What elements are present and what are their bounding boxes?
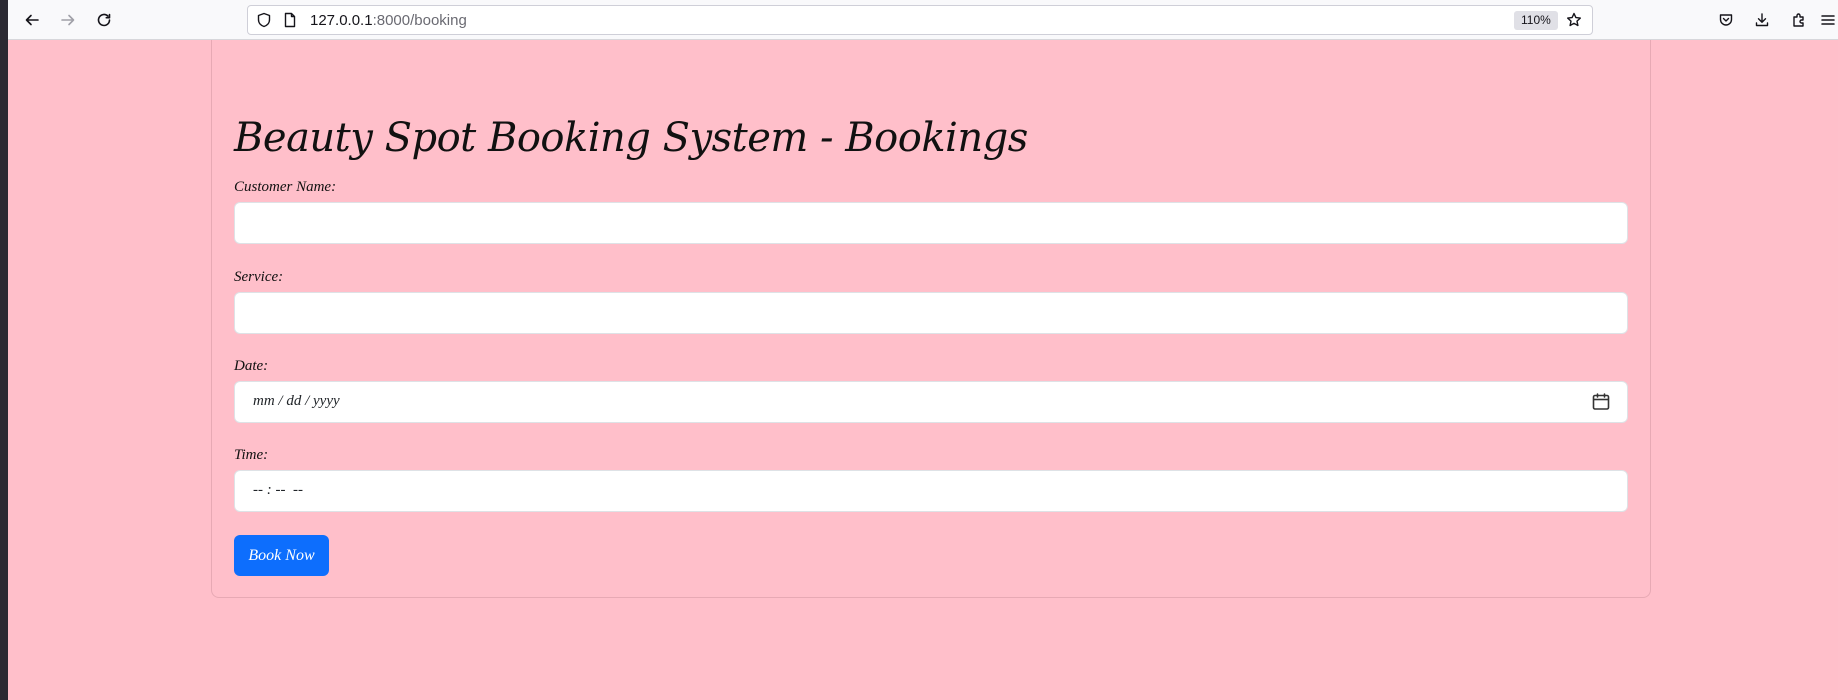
menu-button[interactable] [1818,6,1838,34]
url-host: 127.0.0.1 [310,12,373,29]
date-placeholder: mm / dd / yyyy [253,393,340,409]
reload-icon [97,13,111,27]
calendar-icon[interactable] [1591,392,1611,412]
page-icon[interactable] [282,12,298,28]
time-label: Time: [234,447,269,463]
zoom-level-badge[interactable]: 110% [1514,11,1558,30]
date-label: Date: [234,358,269,374]
extensions-button[interactable] [1785,6,1813,34]
time-input[interactable]: -- : -- -- [234,470,1628,512]
book-now-button[interactable]: Book Now [234,535,329,576]
customer-name-input[interactable] [234,202,1628,244]
service-label: Service: [234,269,284,285]
page-title: Beauty Spot Booking System - Bookings [234,115,1028,161]
desktop-edge [0,0,8,700]
forward-icon [61,14,75,26]
service-input[interactable] [234,292,1628,334]
back-icon [25,14,39,26]
reload-button[interactable] [90,6,118,34]
extensions-icon [1793,13,1804,27]
time-placeholder: -- : -- -- [253,482,303,498]
browser-toolbar: 127.0.0.1:8000/booking 110% [8,0,1838,40]
menu-icon [1821,15,1835,25]
pocket-icon [1719,14,1733,26]
address-bar[interactable]: 127.0.0.1:8000/booking 110% [247,5,1593,35]
url-path: :8000/booking [372,12,467,29]
downloads-button[interactable] [1748,6,1776,34]
customer-name-label: Customer Name: [234,179,337,195]
url-text[interactable]: 127.0.0.1:8000/booking [310,12,467,29]
forward-button[interactable] [54,6,82,34]
download-icon [1755,13,1769,27]
date-input[interactable]: mm / dd / yyyy [234,381,1628,423]
shield-icon[interactable] [256,12,272,28]
star-icon[interactable] [1566,12,1582,28]
pocket-button[interactable] [1712,6,1740,34]
back-button[interactable] [18,6,46,34]
